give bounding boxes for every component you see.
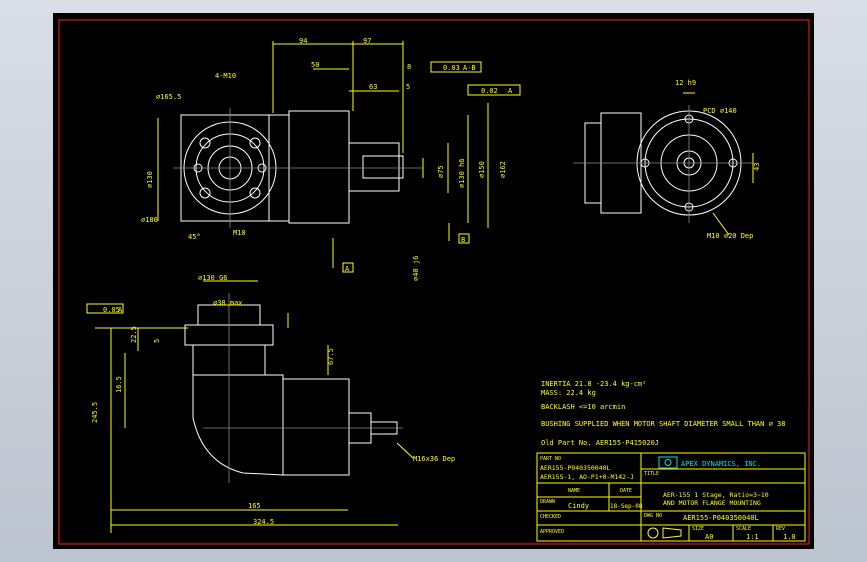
rev-value: 1.0: [783, 533, 796, 541]
label-d40j6: ⌀40 j6: [412, 256, 420, 281]
label-d38max: ⌀38 max: [213, 299, 243, 307]
company-name: APEX DYNAMICS, INC.: [681, 460, 761, 468]
scale-label: SCALE: [736, 526, 751, 532]
title-line-2: AND MOTOR FLANGE MOUNTING: [663, 499, 761, 507]
label-d130h6: ⌀130 h6: [458, 158, 466, 188]
tol-002: 0.02: [481, 87, 498, 95]
title-label: TITLE: [644, 471, 659, 477]
tol-003: 0.03: [443, 64, 460, 72]
front-body: [282, 378, 350, 476]
drawn-by: Cindy: [568, 502, 589, 510]
title-block: PART NO AER155-P040350040L AER155-1, AO-…: [536, 452, 806, 542]
rev-label: REV: [776, 526, 785, 532]
label-4-m10: 4-M10: [215, 72, 236, 80]
output-hub: [348, 142, 400, 192]
part-no-1: AER155-P040350040L: [540, 464, 611, 472]
checked-label: CHECKED: [540, 514, 561, 520]
label-d150: ⌀150: [478, 161, 486, 178]
label-m10: M10: [233, 229, 246, 237]
part-no-label: PART NO: [540, 456, 561, 462]
dim-50: 50: [311, 61, 319, 69]
label-m10-dep: M10 ⌀20 Dep: [707, 232, 753, 240]
label-675: 67.5: [327, 348, 335, 365]
datum-b-label: B: [461, 236, 465, 244]
note-mass: MASS: 22.4 kg: [541, 389, 596, 397]
approved-label: APPROVED: [540, 529, 564, 535]
label-12h9: 12 h9: [675, 79, 696, 87]
bolt-hole: [249, 187, 261, 199]
dwg-label: DWG NO: [644, 513, 662, 519]
side-view: 12 h9 PCD ⌀140 43 M10 ⌀20 Dep: [573, 79, 761, 240]
label-5: 5: [153, 339, 161, 343]
label-225: 22.5: [130, 326, 138, 343]
notes-block: INERTIA 21.8 -23.4 kg-cm² MASS: 22.4 kg …: [541, 380, 785, 447]
note-backlash: BACKLASH <=10 arcmin: [541, 403, 625, 411]
dim-97: 97: [363, 37, 371, 45]
tol-a: A: [508, 87, 513, 95]
top-view: 94 97 50 63 5 8 0.03 A-B 0.02 A 4-M10 ⌀1…: [141, 37, 521, 281]
label-pcd140: PCD ⌀140: [703, 107, 737, 115]
name-label: NAME: [568, 488, 580, 494]
size-value: A0: [705, 533, 713, 541]
scale-value: 1:1: [746, 533, 759, 541]
bolt-hole: [199, 187, 211, 199]
title-line-1: AER-155 1 Stage, Ratio=3~10: [663, 491, 769, 499]
front-elbow: [192, 374, 284, 476]
bolt-hole: [249, 137, 261, 149]
label-d165: ⌀165.5: [156, 93, 181, 101]
label-3245: 324.5: [253, 518, 274, 526]
output-shaft: [362, 155, 404, 179]
label-d162: ⌀162: [499, 161, 507, 178]
drawing-canvas: 94 97 50 63 5 8 0.03 A-B 0.02 A 4-M10 ⌀1…: [53, 13, 814, 549]
drawn-date: 18-Sep-08: [610, 503, 643, 510]
dim-63: 63: [369, 83, 377, 91]
dim-5: 5: [406, 83, 410, 91]
projection-symbol-icon: [647, 527, 682, 539]
label-d130g6: ⌀130 G6: [198, 274, 228, 282]
bolt-hole: [199, 137, 211, 149]
front-view: ⌀130 G6 ⌀38 max 0.05 A 22.5 5 67.5 245.5…: [86, 274, 455, 533]
note-bushing: BUSHING SUPPLIED WHEN MOTOR SHAFT DIAMET…: [541, 420, 785, 428]
label-43: 43: [753, 163, 761, 171]
cad-drawing: 94 97 50 63 5 8 0.03 A-B 0.02 A 4-M10 ⌀1…: [58, 19, 810, 545]
leader-line: [396, 442, 414, 459]
label-m16-dep: M16x36 Dep: [413, 455, 455, 463]
tol-ab: A-B: [463, 64, 476, 72]
date-label: DATE: [620, 488, 632, 494]
note-old-part: Old Part No. AER155-P415020J: [541, 439, 659, 447]
label-d75: ⌀75: [437, 165, 445, 178]
drawn-label: DRAWN: [540, 499, 555, 505]
label-165: 165: [248, 502, 261, 510]
label-d186: ⌀186: [141, 216, 158, 224]
dim-94: 94: [299, 37, 307, 45]
note-inertia: INERTIA 21.8 -23.4 kg-cm²: [541, 380, 646, 388]
label-165v: 16.5: [115, 376, 123, 393]
size-label: SIZE: [692, 526, 704, 532]
gearbox-body: [288, 110, 350, 224]
dwg-no: AER155-P040350040L: [683, 514, 759, 522]
label-45deg: 45°: [188, 233, 201, 241]
dim-8: 8: [407, 63, 411, 71]
label-2455: 245.5: [91, 402, 99, 423]
company-logo-icon: [658, 456, 678, 469]
part-no-2: AER155-1, AO-P1+0-M142-J: [540, 473, 634, 481]
label-d130: ⌀130: [146, 171, 154, 188]
